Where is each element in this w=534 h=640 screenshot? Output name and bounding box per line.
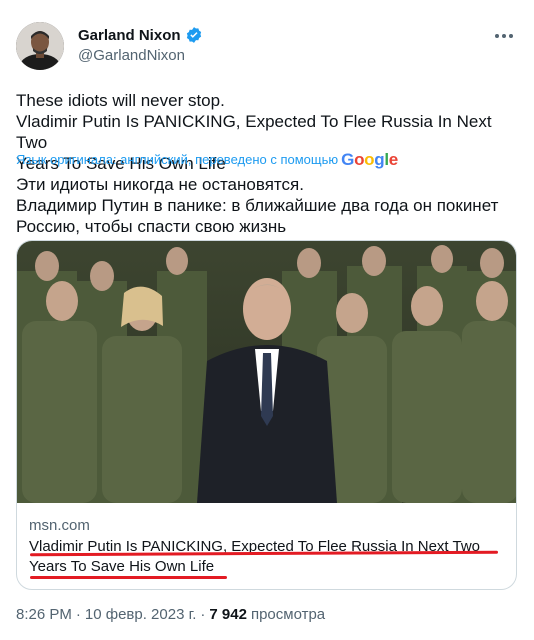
tweet-time[interactable]: 8:26 PM	[16, 606, 72, 623]
card-title-line: Years To Save His Own Life	[29, 558, 215, 575]
tweet-meta: 8:26 PM · 10 февр. 2023 г. · 7 942 просм…	[16, 606, 325, 623]
author-handle[interactable]: @GarlandNixon	[78, 47, 203, 64]
card-domain: msn.com	[29, 517, 90, 534]
link-preview-card[interactable]: msn.com Vladimir Putin Is PANICKING, Exp…	[16, 240, 517, 590]
google-logo: Google	[341, 150, 398, 169]
tweet-text-line: Vladimir Putin Is PANICKING, Expected To…	[16, 112, 492, 152]
translated-text: Эти идиоты никогда не остановятся. Влади…	[16, 174, 521, 237]
meta-separator: ·	[75, 606, 81, 623]
tweet-text-line: These idiots will never stop.	[16, 91, 225, 110]
verified-badge-icon	[185, 26, 203, 44]
views-count: 7 942	[209, 606, 247, 623]
more-options-icon[interactable]	[492, 24, 516, 48]
tweet-date[interactable]: 10 февр. 2023 г.	[85, 606, 197, 623]
views-label: просмотра	[250, 606, 326, 623]
name-row: Garland Nixon	[78, 26, 203, 44]
news-photo-icon	[17, 241, 516, 503]
meta-separator: ·	[200, 606, 206, 623]
author-name[interactable]: Garland Nixon	[78, 27, 181, 44]
translation-note[interactable]: Язык оригинала: английский, переведено с…	[16, 149, 398, 169]
author-block: Garland Nixon @GarlandNixon	[78, 26, 203, 64]
card-title[interactable]: Vladimir Putin Is PANICKING, Expected To…	[29, 537, 509, 577]
tweet: Garland Nixon @GarlandNixon These idiots…	[0, 0, 534, 640]
avatar[interactable]	[16, 22, 64, 70]
translated-text-line: Эти идиоты никогда не остановятся.	[16, 175, 304, 194]
card-image[interactable]	[17, 241, 516, 503]
translated-text-line: Владимир Путин в панике: в ближайшие два…	[16, 196, 499, 215]
translated-text-line: Россию, чтобы спасти свою жизнь	[16, 217, 287, 236]
translation-note-text: Язык оригинала: английский, переведено с…	[16, 151, 339, 167]
red-annotation-underline	[30, 576, 227, 579]
